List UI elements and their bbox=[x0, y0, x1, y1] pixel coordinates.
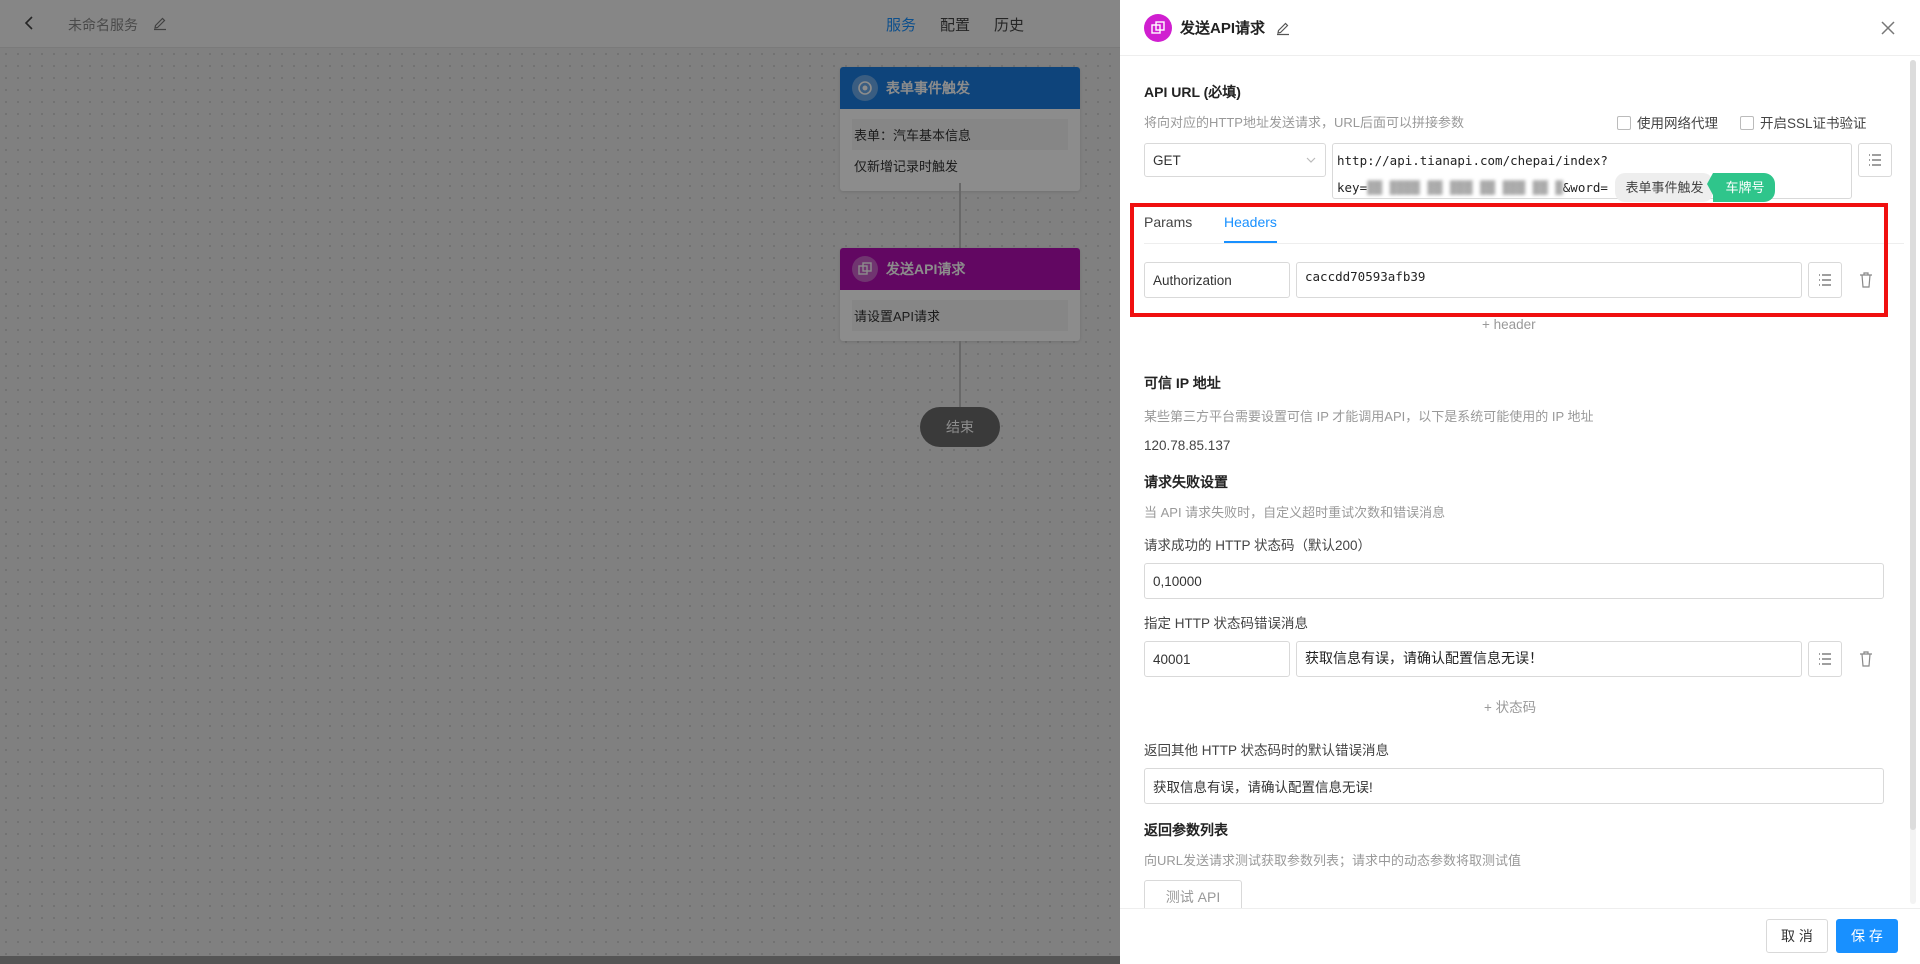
canvas-scrollbar[interactable] bbox=[0, 956, 1120, 964]
return-params-hint: 向URL发送请求测试获取参数列表；请求中的动态参数将取测试值 bbox=[1144, 853, 1522, 868]
proxy-checkbox-box[interactable] bbox=[1617, 116, 1631, 130]
url-line-1: http://api.tianapi.com/chepai/index? bbox=[1337, 153, 1608, 168]
drawer-body[interactable]: API URL (必填) 将向对应的HTTP地址发送请求，URL后面可以拼接参数… bbox=[1120, 56, 1920, 908]
add-header-link[interactable]: + header bbox=[1482, 317, 1536, 332]
chevron-down-icon bbox=[1306, 157, 1316, 163]
trusted-ip-hint: 某些第三方平台需要设置可信 IP 才能调用API，以下是系统可能使用的 IP 地… bbox=[1144, 409, 1594, 424]
ssl-checkbox[interactable]: 开启SSL证书验证 bbox=[1740, 112, 1867, 132]
api-icon bbox=[1144, 13, 1172, 42]
api-url-hint: 将向对应的HTTP地址发送请求，URL后面可以拼接参数 bbox=[1144, 115, 1464, 130]
return-params-title: 返回参数列表 bbox=[1144, 822, 1228, 838]
url-input[interactable]: http://api.tianapi.com/chepai/index? key… bbox=[1332, 143, 1852, 202]
error-code-input[interactable]: 40001 bbox=[1144, 641, 1290, 677]
add-status-code-link[interactable]: + 状态码 bbox=[1484, 696, 1536, 716]
scrollbar-thumb[interactable] bbox=[1910, 60, 1916, 830]
flow-canvas[interactable]: 未命名服务 服务 配置 历史 表单事件触发 表单：汽车基本信息 仅新增记录时触发… bbox=[0, 0, 1120, 964]
ssl-label: 开启SSL证书验证 bbox=[1760, 116, 1867, 131]
cancel-button[interactable]: 取 消 bbox=[1766, 919, 1828, 953]
list-icon bbox=[1819, 653, 1831, 665]
method-value: GET bbox=[1153, 152, 1181, 168]
default-msg-label: 返回其他 HTTP 状态码时的默认错误消息 bbox=[1144, 743, 1390, 758]
modal-overlay[interactable] bbox=[0, 0, 1120, 964]
url-key-masked: ▓▓ ▓▓▓▓ ▓▓ ▓▓▓ ▓▓ ▓▓▓ ▓▓ ▓ bbox=[1367, 180, 1563, 195]
trusted-ip-value: 120.78.85.137 bbox=[1144, 438, 1231, 453]
error-insert-field-button[interactable] bbox=[1808, 641, 1842, 677]
drawer-header: 发送API请求 bbox=[1120, 0, 1920, 56]
list-icon bbox=[1869, 154, 1881, 166]
ssl-checkbox-box[interactable] bbox=[1740, 116, 1754, 130]
error-msg-label: 指定 HTTP 状态码错误消息 bbox=[1144, 616, 1309, 631]
api-url-label: API URL (必填) bbox=[1144, 84, 1241, 100]
drawer-footer: 取 消 保 存 bbox=[1120, 908, 1920, 964]
error-msg-input[interactable]: 获取信息有误，请确认配置信息无误！ bbox=[1296, 641, 1802, 677]
url-word-param: &word= bbox=[1562, 180, 1608, 195]
method-select[interactable]: GET bbox=[1144, 143, 1326, 177]
close-icon[interactable] bbox=[1878, 18, 1898, 38]
tab-headers[interactable]: Headers bbox=[1224, 214, 1277, 230]
request-tabs: Params Headers bbox=[1144, 204, 1904, 244]
tab-params[interactable]: Params bbox=[1144, 214, 1192, 230]
proxy-checkbox[interactable]: 使用网络代理 bbox=[1617, 112, 1718, 132]
tab-underline bbox=[1224, 241, 1277, 243]
insert-field-button[interactable] bbox=[1858, 143, 1892, 177]
failure-settings-hint: 当 API 请求失败时，自定义超时重试次数和错误消息 bbox=[1144, 505, 1446, 520]
api-request-drawer: 发送API请求 API URL (必填) 将向对应的HTTP地址发送请求，URL… bbox=[1120, 0, 1920, 964]
default-msg-input[interactable]: 获取信息有误，请确认配置信息无误! bbox=[1144, 768, 1884, 804]
trusted-ip-title: 可信 IP 地址 bbox=[1144, 375, 1221, 391]
edit-icon[interactable] bbox=[1275, 20, 1291, 36]
proxy-label: 使用网络代理 bbox=[1637, 116, 1718, 131]
token-field[interactable]: 车牌号 bbox=[1707, 173, 1775, 202]
header-insert-field-button[interactable] bbox=[1808, 262, 1842, 298]
header-key-input[interactable]: Authorization bbox=[1144, 262, 1290, 298]
success-code-input[interactable]: 0,10000 bbox=[1144, 563, 1884, 599]
trash-icon[interactable] bbox=[1858, 271, 1874, 289]
list-icon bbox=[1819, 274, 1831, 286]
token-source[interactable]: 表单事件触发 bbox=[1615, 173, 1714, 202]
url-key-prefix: key= bbox=[1337, 180, 1368, 195]
test-api-button[interactable]: 测试 API bbox=[1144, 880, 1242, 908]
success-code-label: 请求成功的 HTTP 状态码（默认200） bbox=[1144, 538, 1372, 553]
save-button[interactable]: 保 存 bbox=[1836, 919, 1898, 953]
trash-icon[interactable] bbox=[1858, 650, 1874, 668]
header-value-input[interactable]: caccdd70593afb39 bbox=[1296, 262, 1802, 298]
failure-settings-title: 请求失败设置 bbox=[1144, 474, 1228, 490]
drawer-title: 发送API请求 bbox=[1180, 20, 1266, 37]
